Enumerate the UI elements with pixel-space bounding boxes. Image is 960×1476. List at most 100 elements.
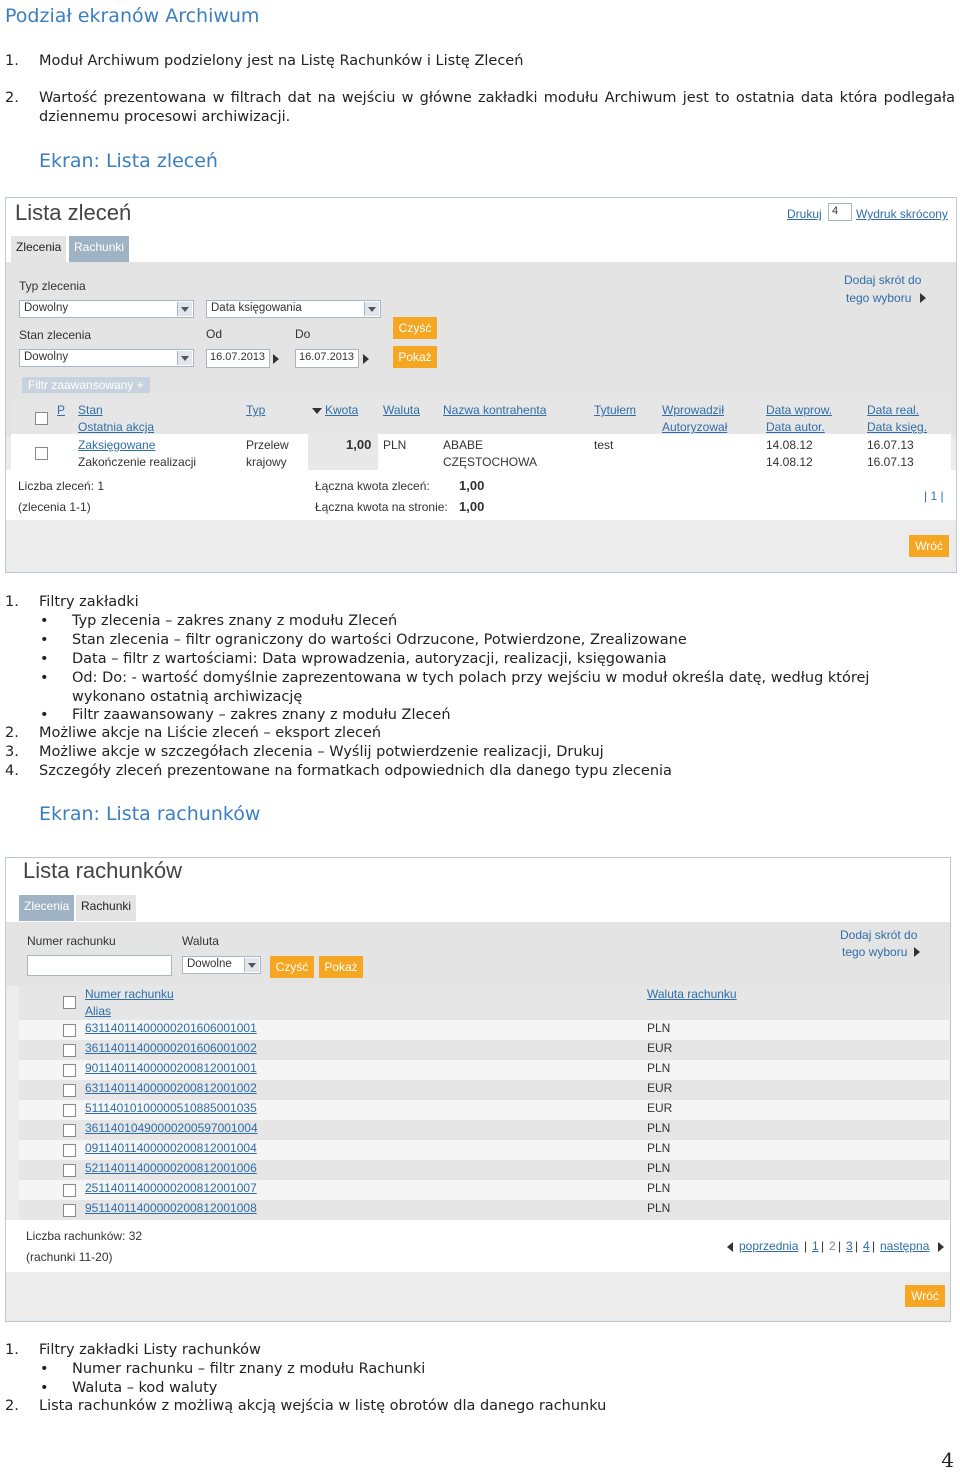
pager-page-4[interactable]: 4 (863, 1239, 870, 1253)
col-account-currency[interactable]: Waluta rachunku (647, 987, 737, 1001)
col-authorized-by[interactable]: Autoryzował (662, 420, 727, 434)
col-last-action[interactable]: Ostatnia akcja (78, 420, 154, 434)
arrow-right-icon[interactable] (938, 1242, 944, 1252)
tab-orders[interactable]: Zlecenia (11, 236, 67, 262)
print-copies-input[interactable]: 4 (828, 203, 852, 221)
orders-total-value: 1,00 (459, 478, 485, 493)
order-type-select[interactable]: Dowolny (19, 300, 194, 318)
account-currency: PLN (647, 1021, 671, 1035)
account-number[interactable]: 25114011400000200812001007 (85, 1181, 257, 1195)
row-checkbox[interactable] (63, 1064, 76, 1077)
row-checkbox[interactable] (63, 1144, 76, 1157)
order-type-label: Typ zlecenia (19, 279, 86, 293)
col-amount[interactable]: Kwota (325, 403, 358, 417)
calendar-arrow-icon[interactable] (363, 354, 369, 364)
row-state[interactable]: Zaksięgowane (78, 438, 155, 452)
account-number[interactable]: 09114011400000200812001004 (85, 1141, 257, 1155)
print-link[interactable]: Drukuj (787, 207, 822, 221)
row-checkbox[interactable] (63, 1124, 76, 1137)
account-number-label: Numer rachunku (27, 934, 116, 948)
date-kind-select[interactable]: Data księgowania (206, 300, 381, 318)
show-button[interactable]: Pokaż (393, 346, 437, 368)
add-shortcut-link[interactable]: Dodaj skrót do (840, 928, 917, 942)
row-checkbox[interactable] (35, 447, 48, 460)
col-entered-by[interactable]: Wprowadził (662, 403, 724, 417)
account-number[interactable]: 63114011400000201606001001 (85, 1021, 257, 1035)
print-short-link[interactable]: Wydruk skrócony (856, 207, 948, 221)
col-alias[interactable]: Alias (85, 1004, 111, 1018)
currency-select[interactable]: Dowolne (182, 956, 261, 974)
date-from-label: Od (206, 327, 223, 341)
col-date-realized[interactable]: Data real. (867, 403, 919, 417)
col-counterparty[interactable]: Nazwa kontrahenta (443, 403, 546, 417)
tab-accounts[interactable]: Rachunki (69, 236, 130, 262)
row-checkbox[interactable] (63, 1184, 76, 1197)
tab-accounts[interactable]: Rachunki (76, 895, 137, 921)
bullet-item: • Typ zlecenia – zakres znany z modułu Z… (40, 613, 398, 629)
add-shortcut-link-2[interactable]: tego wyboru (846, 291, 911, 305)
page-total-value: 1,00 (459, 499, 485, 514)
intro-item-2: 2. Wartość prezentowana w filtrach dat n… (5, 90, 955, 125)
pager-next[interactable]: następna (880, 1239, 929, 1253)
account-number[interactable]: 95114011400000200812001008 (85, 1201, 257, 1215)
row-checkbox[interactable] (63, 1204, 76, 1217)
date-from-input[interactable]: 16.07.2013 (206, 349, 270, 368)
arrow-right-icon (914, 947, 920, 957)
back-button[interactable]: Wróć (905, 1285, 945, 1307)
order-state-label: Stan zlecenia (19, 328, 92, 342)
add-shortcut-link-2[interactable]: tego wyboru (842, 945, 907, 959)
col-date-authorized[interactable]: Data autor. (766, 420, 825, 434)
account-number[interactable]: 63114011400000200812001002 (85, 1081, 257, 1095)
account-number[interactable]: 36114010490000200597001004 (85, 1121, 258, 1135)
row-checkbox[interactable] (63, 1164, 76, 1177)
tab-orders[interactable]: Zlecenia (19, 895, 75, 921)
account-number-input[interactable] (27, 955, 172, 976)
add-shortcut-link[interactable]: Dodaj skrót do (844, 273, 921, 287)
account-number[interactable]: 36114011400000201606001002 (85, 1041, 257, 1055)
col-title[interactable]: Tytułem (594, 403, 636, 417)
arrow-left-icon[interactable] (727, 1242, 733, 1252)
clear-button[interactable]: Czyść (393, 317, 437, 339)
section-orders-heading: Ekran: Lista zleceń (39, 150, 218, 172)
orders-tabbar (6, 234, 956, 262)
section-accounts-heading: Ekran: Lista rachunków (39, 803, 261, 825)
chevron-down-icon (177, 302, 192, 316)
row-checkbox[interactable] (63, 1104, 76, 1117)
row-counterparty-2: CZĘSTOCHOWA (443, 455, 538, 469)
page-number: 4 (941, 1448, 954, 1472)
row-checkbox[interactable] (63, 1084, 76, 1097)
account-number[interactable]: 51114010100000510885001035 (85, 1101, 257, 1115)
back-button[interactable]: Wróć (909, 535, 949, 557)
pager-separator: | (804, 1239, 808, 1253)
col-type[interactable]: Typ (246, 403, 265, 417)
order-state-select[interactable]: Dowolny (19, 349, 194, 367)
select-all-checkbox[interactable] (35, 412, 48, 425)
sort-desc-icon[interactable] (312, 408, 322, 414)
date-to-input[interactable]: 16.07.2013 (295, 349, 359, 368)
show-button[interactable]: Pokaż (319, 956, 363, 978)
bullet-item: • Data – filtr z wartościami: Data wprow… (40, 651, 667, 667)
col-currency[interactable]: Waluta (383, 403, 420, 417)
account-number[interactable]: 52114011400000200812001006 (85, 1161, 257, 1175)
account-currency: PLN (647, 1161, 671, 1175)
col-date-entered[interactable]: Data wprow. (766, 403, 832, 417)
pager-page-2-current: 2 (829, 1239, 836, 1253)
col-date-booked[interactable]: Data księg. (867, 420, 927, 434)
select-all-checkbox[interactable] (63, 996, 76, 1009)
row-title: test (594, 438, 614, 452)
orders-pager[interactable]: | 1 | (924, 489, 944, 503)
clear-button[interactable]: Czyść (270, 956, 314, 978)
account-number[interactable]: 90114011400000200812001001 (85, 1061, 257, 1075)
pager-page-3[interactable]: 3 (846, 1239, 853, 1253)
calendar-arrow-icon[interactable] (273, 354, 279, 364)
col-account-number[interactable]: Numer rachunku (85, 987, 174, 1001)
row-checkbox[interactable] (63, 1024, 76, 1037)
arrow-right-icon (920, 293, 926, 303)
col-p[interactable]: P (57, 403, 65, 417)
pager-page-1[interactable]: 1 (812, 1239, 819, 1253)
advanced-filter-toggle[interactable]: Filtr zaawansowany + (22, 377, 150, 393)
pager-prev[interactable]: poprzednia (739, 1239, 798, 1253)
accounts-range: (rachunki 11-20) (26, 1250, 113, 1264)
row-checkbox[interactable] (63, 1044, 76, 1057)
col-state[interactable]: Stan (78, 403, 103, 417)
